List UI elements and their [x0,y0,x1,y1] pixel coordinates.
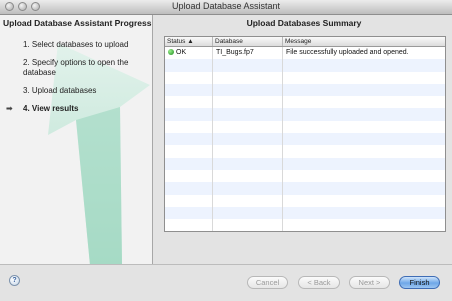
step-item: 2. Specify options to open the database [6,58,148,78]
empty-cell [283,96,445,108]
empty-cell [165,120,213,134]
sort-ascending-icon: ▲ [187,38,194,45]
empty-cell [283,72,445,84]
finish-button[interactable]: Finish [399,276,440,289]
table-row-empty [165,71,445,84]
empty-cell [283,133,445,145]
empty-cell [213,120,283,134]
empty-cell [213,108,283,121]
step-label: Specify options to open the database [23,58,129,77]
message-cell: File successfully uploaded and opened. [286,49,409,56]
window-title: Upload Database Assistant [171,1,281,11]
empty-cell [213,194,283,207]
help-icon[interactable]: ? [9,275,20,286]
step-label: Select databases to upload [31,40,129,49]
table-row-empty [165,182,445,195]
empty-cell [165,219,213,231]
step-number: 3. [23,86,30,95]
empty-cell [213,133,283,146]
step-label: View results [31,104,79,113]
progress-panel-title: Upload Database Assistant Progress [3,18,152,28]
step-list: 1. Select databases to upload 2. Specify… [6,40,148,122]
empty-cell [165,96,213,109]
empty-cell [165,169,213,183]
empty-cell [283,170,445,182]
empty-cell [165,108,213,121]
progress-panel: Upload Database Assistant Progress 1. Se… [0,15,153,264]
empty-cell [283,108,445,120]
empty-cell [283,182,445,194]
empty-cell [165,145,213,158]
table-row-empty [165,108,445,121]
cancel-button[interactable]: Cancel [247,276,288,289]
database-column-header[interactable]: Database [213,37,283,46]
empty-cell [213,59,283,72]
title-bar: Upload Database Assistant [0,0,452,15]
message-column-header[interactable]: Message [283,37,445,46]
empty-cell [165,71,213,84]
current-step-arrow-icon: ➡ [6,104,13,113]
empty-cell [213,182,283,195]
empty-cell [213,83,283,97]
empty-cell [165,59,213,72]
table-row-empty [165,133,445,146]
assistant-window: Upload Database Assistant Progress 1. Se… [0,15,452,301]
empty-cell [213,145,283,158]
status-column-header[interactable]: Status ▲ [165,37,213,46]
empty-cell [213,169,283,183]
status-cell: OK [165,47,213,60]
step-item: 1. Select databases to upload [6,40,148,50]
success-status-icon [168,49,174,55]
empty-cell [165,194,213,207]
next-button[interactable]: Next > [349,276,390,289]
back-button[interactable]: < Back [298,276,340,289]
status-text: OK [176,49,187,56]
empty-cell [283,145,445,157]
empty-cell [283,121,445,133]
table-row-empty [165,96,445,109]
empty-cell [213,71,283,84]
table-row-empty [165,120,445,134]
button-bar: ? Cancel < Back Next > Finish [0,264,452,301]
empty-cell [283,207,445,219]
empty-cell [283,219,445,231]
empty-cell [165,182,213,195]
table-row-empty [165,83,445,97]
table-row[interactable]: OK TI_Bugs.fp7 File successfully uploade… [165,47,445,60]
empty-cell [213,157,283,170]
table-row-empty [165,206,445,220]
empty-cell [165,206,213,220]
table-row-empty [165,194,445,207]
empty-cell [165,83,213,97]
step-number: 2. [23,58,30,67]
empty-cell [283,59,445,71]
table-row-empty [165,157,445,170]
status-header-label: Status [167,38,186,45]
empty-cell [213,206,283,220]
step-item: 3. Upload databases [6,86,148,96]
empty-cell [165,157,213,170]
database-cell: TI_Bugs.fp7 [213,47,283,60]
empty-cell [283,195,445,207]
table-row-empty [165,59,445,72]
empty-cell [213,219,283,231]
empty-cell [165,133,213,146]
step-label: Upload databases [31,86,97,95]
summary-table: Status ▲ Database Message OK TI_Bugs.fp7… [164,36,446,232]
table-row-empty [165,219,445,231]
step-number: 1. [23,40,30,49]
table-row-empty [165,145,445,158]
empty-cell [283,158,445,170]
table-body: OK TI_Bugs.fp7 File successfully uploade… [165,47,445,231]
step-number: 4. [23,104,30,113]
table-header: Status ▲ Database Message [165,37,445,47]
empty-cell [213,96,283,109]
summary-title: Upload Databases Summary [246,18,362,28]
table-row-empty [165,169,445,183]
summary-panel: Upload Databases Summary Status ▲ Databa… [156,15,452,264]
step-item-current: ➡ 4. View results [6,104,148,114]
empty-cell [283,84,445,96]
